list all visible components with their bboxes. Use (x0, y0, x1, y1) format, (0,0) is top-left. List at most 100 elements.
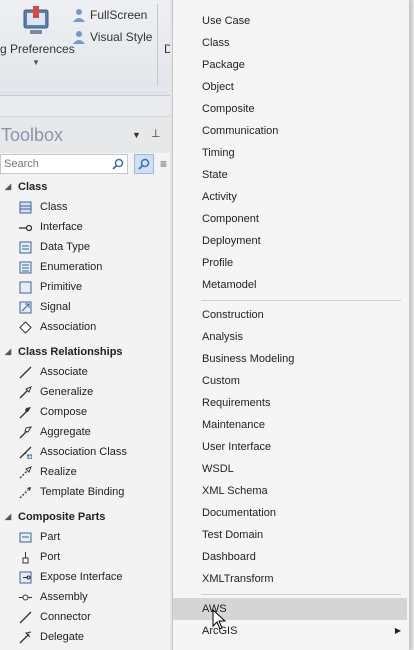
toolbox-search-input[interactable]: Search (0, 154, 128, 174)
item-label: Association (40, 321, 97, 333)
menu-item-label: State (202, 169, 228, 181)
toolbox-item-associate[interactable]: Associate (0, 362, 170, 382)
menu-item-construction[interactable]: Construction (173, 304, 407, 326)
preferences-button[interactable]: g Preferences (0, 42, 75, 56)
menu-item-maintenance[interactable]: Maintenance (173, 414, 407, 436)
toolbox-item-data-type[interactable]: Data Type (0, 237, 170, 257)
menu-item-use-case[interactable]: Use Case (173, 10, 407, 32)
toolbox-item-association[interactable]: Association (0, 317, 170, 337)
toolbox-item-generalize[interactable]: Generalize (0, 382, 170, 402)
collapse-triangle-icon[interactable]: ◢ (5, 177, 11, 197)
toolbox-item-interface[interactable]: Interface (0, 217, 170, 237)
group-label: Composite Parts (18, 511, 106, 523)
collapse-triangle-icon[interactable]: ◢ (5, 342, 11, 362)
toolbox-item-assembly[interactable]: Assembly (0, 587, 170, 607)
menu-item-class[interactable]: Class (173, 32, 407, 54)
toolbox-item-part[interactable]: Part (0, 527, 170, 547)
toolbox-item-class[interactable]: Class (0, 197, 170, 217)
item-label: Realize (40, 466, 77, 478)
menu-item-label: Requirements (202, 397, 271, 409)
menu-item-label: Profile (202, 257, 234, 269)
menu-separator (201, 594, 401, 595)
visual-style-label: Visual Style (90, 30, 153, 44)
menu-item-label: Deployment (202, 235, 261, 247)
group-label: Class (18, 181, 48, 193)
primitive-icon (19, 281, 32, 294)
association-icon (19, 321, 32, 334)
menu-item-label: Composite (202, 103, 255, 115)
menu-item-component[interactable]: Component (173, 208, 407, 230)
toolbox-group-composite-parts[interactable]: ◢ Composite Parts (0, 507, 170, 527)
menu-item-state[interactable]: State (173, 164, 407, 186)
toolbox-item-port[interactable]: Port (0, 547, 170, 567)
chevron-down-icon[interactable]: ▼ (32, 58, 40, 67)
ribbon-divider (157, 4, 158, 86)
menu-item-xml-schema[interactable]: XML Schema (173, 480, 407, 502)
toolbox-item-realize[interactable]: Realize (0, 462, 170, 482)
chevron-down-icon[interactable]: ▼ (132, 130, 141, 140)
menu-item-aws[interactable]: AWS (173, 598, 407, 620)
toolbox-item-delegate[interactable]: Delegate (0, 627, 170, 647)
menu-item-composite[interactable]: Composite (173, 98, 407, 120)
menu-item-package[interactable]: Package (173, 54, 407, 76)
menu-item-xmltransform[interactable]: XMLTransform (173, 568, 407, 590)
assembly-icon (19, 594, 32, 601)
menu-item-object[interactable]: Object (173, 76, 407, 98)
toolbox-item-template-binding[interactable]: Template Binding (0, 482, 170, 502)
menu-item-arcgis[interactable]: ArcGIS ▶ (173, 620, 407, 642)
connector-icon (19, 611, 32, 624)
item-label: Association Class (40, 446, 127, 458)
toolbox-list: ◢ Class Class Interface Data Type Enumer… (0, 177, 170, 647)
fullscreen-button[interactable]: FullScreen (72, 8, 147, 22)
menu-item-activity[interactable]: Activity (173, 186, 407, 208)
item-label: Delegate (40, 631, 85, 643)
menu-item-label: Class (202, 37, 230, 49)
toolbox-item-primitive[interactable]: Primitive (0, 277, 170, 297)
toolbox-group-class[interactable]: ◢ Class (0, 177, 170, 197)
menu-item-business-modeling[interactable]: Business Modeling (173, 348, 407, 370)
item-label: Connector (40, 611, 91, 623)
menu-item-test-domain[interactable]: Test Domain (173, 524, 407, 546)
item-label: Expose Interface (40, 571, 123, 583)
collapse-triangle-icon[interactable]: ◢ (5, 507, 11, 527)
menu-item-requirements[interactable]: Requirements (173, 392, 407, 414)
menu-item-label: Documentation (202, 507, 276, 519)
menu-item-label: WSDL (202, 463, 234, 475)
menu-item-dashboard[interactable]: Dashboard (173, 546, 407, 568)
toolbox-item-expose-interface[interactable]: Expose Interface (0, 567, 170, 587)
item-label: Compose (40, 406, 88, 418)
toolbox-group-class-relationships[interactable]: ◢ Class Relationships (0, 342, 170, 362)
search-icon[interactable] (112, 158, 124, 170)
menu-item-analysis[interactable]: Analysis (173, 326, 407, 348)
menu-item-wsdl[interactable]: WSDL (173, 458, 407, 480)
perspective-dropdown-menu: Use Case Class Package Object Composite Commu… (172, 0, 410, 650)
realize-icon (19, 466, 32, 479)
visual-style-button[interactable]: Visual Style (72, 30, 152, 44)
toolbox-item-enumeration[interactable]: Enumeration (0, 257, 170, 277)
menu-item-metamodel[interactable]: Metamodel (173, 274, 407, 296)
toolbox-item-connector[interactable]: Connector (0, 607, 170, 627)
menu-item-label: Maintenance (202, 419, 265, 431)
menu-item-label: Package (202, 59, 245, 71)
toolbox-item-association-class[interactable]: Association Class (0, 442, 170, 462)
menu-item-deployment[interactable]: Deployment (173, 230, 407, 252)
toolbox-item-compose[interactable]: Compose (0, 402, 170, 422)
toolbox-item-signal[interactable]: Signal (0, 297, 170, 317)
menu-item-label: Test Domain (202, 529, 264, 541)
compose-icon (19, 407, 31, 419)
group-label: Class Relationships (18, 346, 123, 358)
toolbox-item-aggregate[interactable]: Aggregate (0, 422, 170, 442)
menu-icon[interactable]: ≡ (160, 157, 167, 171)
preferences-icon[interactable] (22, 6, 50, 36)
port-icon (22, 552, 29, 564)
menu-item-communication[interactable]: Communication (173, 120, 407, 142)
menu-item-user-interface[interactable]: User Interface (173, 436, 407, 458)
class-icon (19, 201, 32, 214)
pin-icon[interactable]: ⊥ (151, 127, 161, 140)
menu-item-custom[interactable]: Custom (173, 370, 407, 392)
menu-item-profile[interactable]: Profile (173, 252, 407, 274)
find-toolbox-button[interactable] (134, 154, 154, 174)
menu-item-documentation[interactable]: Documentation (173, 502, 407, 524)
item-label: Template Binding (40, 486, 125, 498)
menu-item-timing[interactable]: Timing (173, 142, 407, 164)
